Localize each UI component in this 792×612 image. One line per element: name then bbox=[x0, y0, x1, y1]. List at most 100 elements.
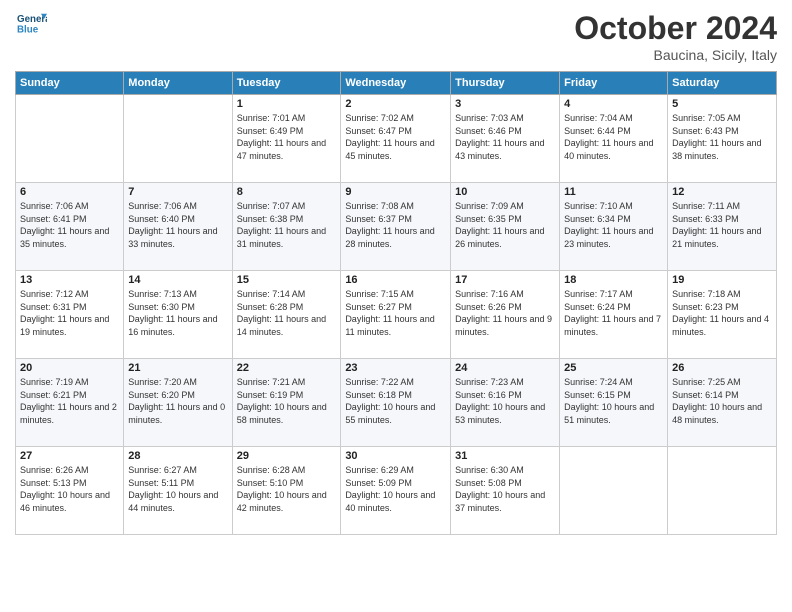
calendar-cell: 5 Sunrise: 7:05 AM Sunset: 6:43 PM Daylig… bbox=[668, 95, 777, 183]
calendar-cell: 21 Sunrise: 7:20 AM Sunset: 6:20 PM Dayli… bbox=[124, 359, 232, 447]
calendar-row-0: 1 Sunrise: 7:01 AM Sunset: 6:49 PM Daylig… bbox=[16, 95, 777, 183]
day-info: Sunrise: 7:02 AM Sunset: 6:47 PM Dayligh… bbox=[345, 112, 446, 162]
day-info: Sunrise: 6:27 AM Sunset: 5:11 PM Dayligh… bbox=[128, 464, 227, 514]
day-number: 2 bbox=[345, 98, 446, 110]
day-info: Sunrise: 7:18 AM Sunset: 6:23 PM Dayligh… bbox=[672, 288, 772, 338]
day-number: 7 bbox=[128, 186, 227, 198]
day-number: 24 bbox=[455, 362, 555, 374]
day-info: Sunrise: 6:29 AM Sunset: 5:09 PM Dayligh… bbox=[345, 464, 446, 514]
calendar-cell: 1 Sunrise: 7:01 AM Sunset: 6:49 PM Daylig… bbox=[232, 95, 341, 183]
calendar-cell: 30 Sunrise: 6:29 AM Sunset: 5:09 PM Dayli… bbox=[341, 447, 451, 535]
calendar-cell: 27 Sunrise: 6:26 AM Sunset: 5:13 PM Dayli… bbox=[16, 447, 124, 535]
col-friday: Friday bbox=[560, 72, 668, 95]
calendar-row-4: 27 Sunrise: 6:26 AM Sunset: 5:13 PM Dayli… bbox=[16, 447, 777, 535]
day-info: Sunrise: 7:20 AM Sunset: 6:20 PM Dayligh… bbox=[128, 376, 227, 426]
day-number: 15 bbox=[237, 274, 337, 286]
calendar-cell: 23 Sunrise: 7:22 AM Sunset: 6:18 PM Dayli… bbox=[341, 359, 451, 447]
calendar-cell: 7 Sunrise: 7:06 AM Sunset: 6:40 PM Daylig… bbox=[124, 183, 232, 271]
day-info: Sunrise: 7:05 AM Sunset: 6:43 PM Dayligh… bbox=[672, 112, 772, 162]
day-number: 27 bbox=[20, 450, 119, 462]
day-info: Sunrise: 7:03 AM Sunset: 6:46 PM Dayligh… bbox=[455, 112, 555, 162]
day-info: Sunrise: 7:08 AM Sunset: 6:37 PM Dayligh… bbox=[345, 200, 446, 250]
calendar-cell: 2 Sunrise: 7:02 AM Sunset: 6:47 PM Daylig… bbox=[341, 95, 451, 183]
day-info: Sunrise: 7:23 AM Sunset: 6:16 PM Dayligh… bbox=[455, 376, 555, 426]
calendar-cell: 24 Sunrise: 7:23 AM Sunset: 6:16 PM Dayli… bbox=[451, 359, 560, 447]
day-number: 25 bbox=[564, 362, 663, 374]
day-number: 31 bbox=[455, 450, 555, 462]
day-number: 6 bbox=[20, 186, 119, 198]
day-number: 12 bbox=[672, 186, 772, 198]
day-number: 28 bbox=[128, 450, 227, 462]
col-saturday: Saturday bbox=[668, 72, 777, 95]
day-number: 17 bbox=[455, 274, 555, 286]
calendar-row-1: 6 Sunrise: 7:06 AM Sunset: 6:41 PM Daylig… bbox=[16, 183, 777, 271]
day-info: Sunrise: 6:26 AM Sunset: 5:13 PM Dayligh… bbox=[20, 464, 119, 514]
day-info: Sunrise: 7:14 AM Sunset: 6:28 PM Dayligh… bbox=[237, 288, 337, 338]
day-number: 8 bbox=[237, 186, 337, 198]
day-info: Sunrise: 7:19 AM Sunset: 6:21 PM Dayligh… bbox=[20, 376, 119, 426]
day-info: Sunrise: 7:12 AM Sunset: 6:31 PM Dayligh… bbox=[20, 288, 119, 338]
calendar-cell: 26Sunrise: 7:25 AM Sunset: 6:14 PM Dayli… bbox=[668, 359, 777, 447]
day-number: 10 bbox=[455, 186, 555, 198]
calendar-cell: 29 Sunrise: 6:28 AM Sunset: 5:10 PM Dayli… bbox=[232, 447, 341, 535]
day-number: 30 bbox=[345, 450, 446, 462]
calendar-cell: 18Sunrise: 7:17 AM Sunset: 6:24 PM Dayli… bbox=[560, 271, 668, 359]
day-info: Sunrise: 7:07 AM Sunset: 6:38 PM Dayligh… bbox=[237, 200, 337, 250]
day-info: Sunrise: 7:22 AM Sunset: 6:18 PM Dayligh… bbox=[345, 376, 446, 426]
header-row: Sunday Monday Tuesday Wednesday Thursday… bbox=[16, 72, 777, 95]
day-info: Sunrise: 6:30 AM Sunset: 5:08 PM Dayligh… bbox=[455, 464, 555, 514]
calendar-cell: 22Sunrise: 7:21 AM Sunset: 6:19 PM Dayli… bbox=[232, 359, 341, 447]
calendar-cell: 14 Sunrise: 7:13 AM Sunset: 6:30 PM Dayli… bbox=[124, 271, 232, 359]
day-info: Sunrise: 7:01 AM Sunset: 6:49 PM Dayligh… bbox=[237, 112, 337, 162]
calendar-cell: 4Sunrise: 7:04 AM Sunset: 6:44 PM Daylig… bbox=[560, 95, 668, 183]
page-header: General Blue October 2024 Baucina, Sicil… bbox=[15, 10, 777, 63]
calendar-cell: 28 Sunrise: 6:27 AM Sunset: 5:11 PM Dayli… bbox=[124, 447, 232, 535]
calendar-cell: 12 Sunrise: 7:11 AM Sunset: 6:33 PM Dayli… bbox=[668, 183, 777, 271]
month-title: October 2024 bbox=[574, 10, 777, 47]
calendar-cell: 13Sunrise: 7:12 AM Sunset: 6:31 PM Dayli… bbox=[16, 271, 124, 359]
day-info: Sunrise: 7:06 AM Sunset: 6:40 PM Dayligh… bbox=[128, 200, 227, 250]
day-info: Sunrise: 7:04 AM Sunset: 6:44 PM Dayligh… bbox=[564, 112, 663, 162]
day-number: 29 bbox=[237, 450, 337, 462]
calendar-cell bbox=[16, 95, 124, 183]
calendar-cell: 10 Sunrise: 7:09 AM Sunset: 6:35 PM Dayli… bbox=[451, 183, 560, 271]
calendar-cell bbox=[560, 447, 668, 535]
location: Baucina, Sicily, Italy bbox=[574, 47, 777, 63]
calendar-cell bbox=[668, 447, 777, 535]
calendar-row-3: 20Sunrise: 7:19 AM Sunset: 6:21 PM Dayli… bbox=[16, 359, 777, 447]
day-number: 23 bbox=[345, 362, 446, 374]
calendar-cell: 16Sunrise: 7:15 AM Sunset: 6:27 PM Dayli… bbox=[341, 271, 451, 359]
col-thursday: Thursday bbox=[451, 72, 560, 95]
day-info: Sunrise: 6:28 AM Sunset: 5:10 PM Dayligh… bbox=[237, 464, 337, 514]
day-number: 21 bbox=[128, 362, 227, 374]
calendar-cell: 15 Sunrise: 7:14 AM Sunset: 6:28 PM Dayli… bbox=[232, 271, 341, 359]
calendar-table: Sunday Monday Tuesday Wednesday Thursday… bbox=[15, 71, 777, 535]
day-number: 19 bbox=[672, 274, 772, 286]
day-number: 14 bbox=[128, 274, 227, 286]
day-info: Sunrise: 7:15 AM Sunset: 6:27 PM Dayligh… bbox=[345, 288, 446, 338]
day-info: Sunrise: 7:10 AM Sunset: 6:34 PM Dayligh… bbox=[564, 200, 663, 250]
day-info: Sunrise: 7:09 AM Sunset: 6:35 PM Dayligh… bbox=[455, 200, 555, 250]
day-number: 1 bbox=[237, 98, 337, 110]
day-info: Sunrise: 7:13 AM Sunset: 6:30 PM Dayligh… bbox=[128, 288, 227, 338]
calendar-cell: 11Sunrise: 7:10 AM Sunset: 6:34 PM Dayli… bbox=[560, 183, 668, 271]
calendar-cell: 6 Sunrise: 7:06 AM Sunset: 6:41 PM Daylig… bbox=[16, 183, 124, 271]
day-info: Sunrise: 7:11 AM Sunset: 6:33 PM Dayligh… bbox=[672, 200, 772, 250]
col-monday: Monday bbox=[124, 72, 232, 95]
day-number: 5 bbox=[672, 98, 772, 110]
logo: General Blue bbox=[15, 10, 47, 45]
calendar-cell: 9Sunrise: 7:08 AM Sunset: 6:37 PM Daylig… bbox=[341, 183, 451, 271]
day-info: Sunrise: 7:06 AM Sunset: 6:41 PM Dayligh… bbox=[20, 200, 119, 250]
col-sunday: Sunday bbox=[16, 72, 124, 95]
title-block: October 2024 Baucina, Sicily, Italy bbox=[574, 10, 777, 63]
day-info: Sunrise: 7:16 AM Sunset: 6:26 PM Dayligh… bbox=[455, 288, 555, 338]
day-info: Sunrise: 7:25 AM Sunset: 6:14 PM Dayligh… bbox=[672, 376, 772, 426]
col-tuesday: Tuesday bbox=[232, 72, 341, 95]
day-number: 18 bbox=[564, 274, 663, 286]
day-number: 3 bbox=[455, 98, 555, 110]
svg-text:Blue: Blue bbox=[17, 25, 39, 36]
calendar-row-2: 13Sunrise: 7:12 AM Sunset: 6:31 PM Dayli… bbox=[16, 271, 777, 359]
calendar-cell: 31 Sunrise: 6:30 AM Sunset: 5:08 PM Dayli… bbox=[451, 447, 560, 535]
calendar-cell bbox=[124, 95, 232, 183]
col-wednesday: Wednesday bbox=[341, 72, 451, 95]
